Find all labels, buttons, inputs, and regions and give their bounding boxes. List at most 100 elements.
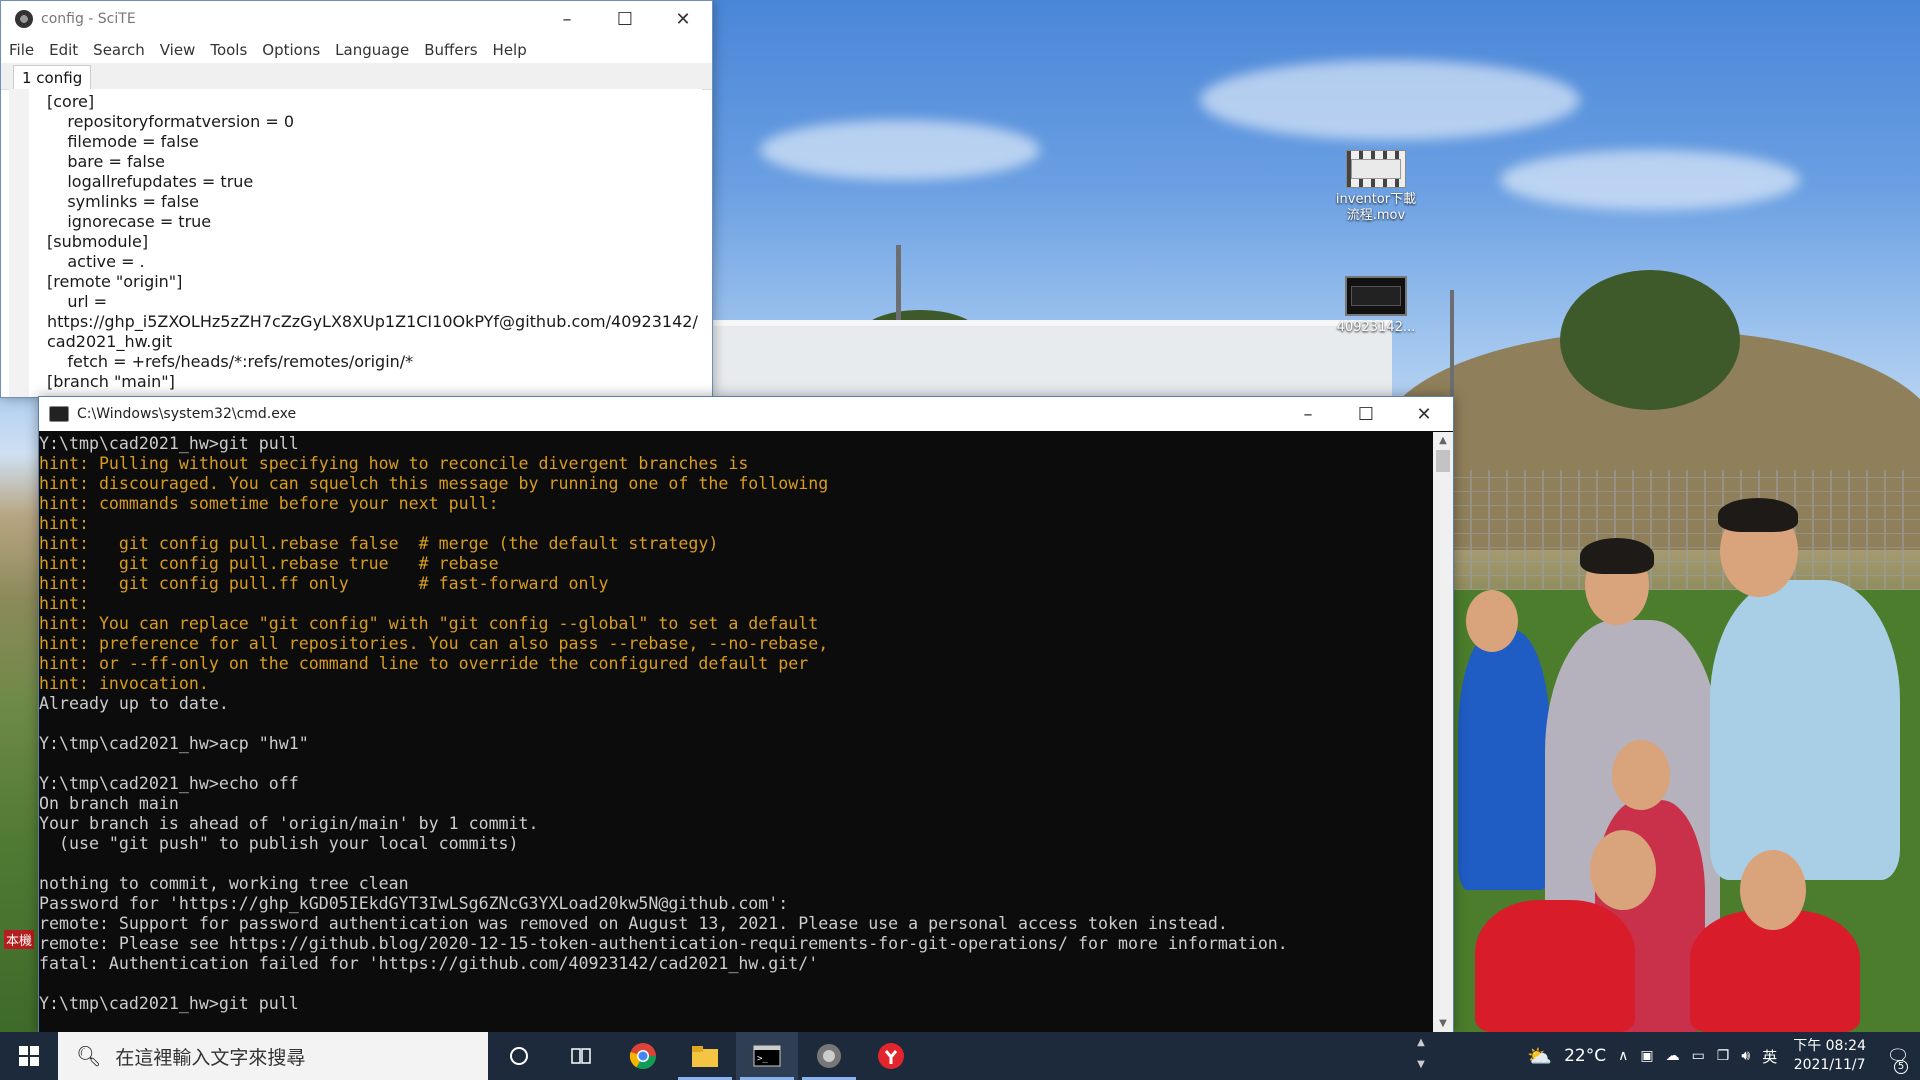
- light-pole: [1450, 290, 1454, 410]
- desktop-icon-inventor-mov[interactable]: inventor下載 流程.mov: [1328, 150, 1424, 224]
- red-app-icon: [878, 1043, 904, 1069]
- scite-editor[interactable]: [core] repositoryformatversion = 0 filem…: [9, 89, 702, 397]
- console-line: Y:\tmp\cad2021_hw>echo off: [39, 774, 299, 793]
- menu-file[interactable]: File: [9, 41, 34, 59]
- windows-logo-icon: [19, 1046, 39, 1066]
- system-tray: ⛅ 22°C ∧ ▣ ☁ ▭ ❐ 🔊︎ 英 下午 08:24 2021/11/7…: [1521, 1032, 1920, 1080]
- desktop-icon-label: inventor下載: [1335, 192, 1417, 207]
- console-hint-line: hint: git config pull.rebase true # reba…: [39, 554, 499, 573]
- console-scrollbar[interactable]: ▲ ▼: [1433, 432, 1453, 1033]
- console-line: Y:\tmp\cad2021_hw>acp "hw1": [39, 734, 309, 753]
- cmd-app-icon: [49, 406, 69, 422]
- menu-options[interactable]: Options: [262, 41, 320, 59]
- background-fence: [1452, 470, 1920, 590]
- cortana-button[interactable]: [488, 1032, 550, 1080]
- scite-titlebar[interactable]: config - SciTE – ☐ ✕: [1, 1, 712, 37]
- background-building: [712, 320, 1392, 406]
- editor-line: https://ghp_i5ZXOLHz5zZH7cZzGyLX8XUp1Z1C…: [47, 312, 698, 331]
- console-line: Already up to date.: [39, 694, 229, 713]
- menu-buffers[interactable]: Buffers: [424, 41, 477, 59]
- cmd-window[interactable]: C:\Windows\system32\cmd.exe – ☐ ✕ Y:\tmp…: [38, 396, 1454, 1034]
- desktop-icon-40923142-video[interactable]: 40923142...: [1328, 276, 1424, 336]
- photo-person: [1475, 900, 1635, 1032]
- desktop-side-label[interactable]: 本機: [4, 930, 35, 949]
- scroll-up-icon[interactable]: ▲: [1433, 432, 1453, 450]
- terminal-icon: >_: [753, 1045, 781, 1067]
- photo-person: [1710, 580, 1900, 880]
- console-line: Password for 'https://ghp_kGD05IEkdGYT3I…: [39, 894, 789, 913]
- menu-search[interactable]: Search: [93, 41, 145, 59]
- search-placeholder: 在這裡輸入文字來搜尋: [115, 1046, 306, 1069]
- desktop-icon-label: 40923142...: [1336, 320, 1416, 335]
- battery-icon[interactable]: ▭: [1692, 1048, 1705, 1064]
- close-button[interactable]: ✕: [1395, 396, 1453, 432]
- taskbar-cmd[interactable]: >_: [736, 1032, 798, 1080]
- console-hint-line: hint: invocation.: [39, 674, 209, 693]
- task-view-icon: [571, 1048, 591, 1064]
- console-hint-line: hint: commands sometime before your next…: [39, 494, 499, 513]
- scite-window[interactable]: config - SciTE – ☐ ✕ File Edit Search Vi…: [0, 0, 713, 398]
- chrome-icon: [629, 1043, 657, 1070]
- start-button[interactable]: [0, 1032, 58, 1080]
- scroll-down-icon[interactable]: ▼: [1433, 1015, 1453, 1033]
- ime-indicator[interactable]: 英: [1762, 1046, 1777, 1067]
- console-hint-line: hint: or --ff-only on the command line t…: [39, 654, 809, 673]
- maximize-button[interactable]: ☐: [1337, 396, 1395, 432]
- editor-text[interactable]: [core] repositoryformatversion = 0 filem…: [47, 92, 698, 392]
- taskbar-scite[interactable]: [798, 1032, 860, 1080]
- taskbar-clock[interactable]: 下午 08:24 2021/11/7: [1793, 1037, 1866, 1075]
- cortana-circle-icon: [510, 1047, 528, 1065]
- onedrive-cloud-icon[interactable]: ☁: [1666, 1048, 1680, 1064]
- editor-line: cad2021_hw.git: [47, 332, 173, 351]
- cmd-titlebar[interactable]: C:\Windows\system32\cmd.exe – ☐ ✕: [39, 397, 1453, 431]
- maximize-button[interactable]: ☐: [596, 1, 654, 37]
- editor-line: active = .: [47, 252, 145, 271]
- clock-time: 下午 08:24: [1793, 1038, 1866, 1054]
- video-thumbnail-icon: [1345, 276, 1407, 316]
- weather-icon[interactable]: ⛅: [1527, 1044, 1552, 1068]
- notification-center-button[interactable]: 🗨︎ 5: [1876, 1032, 1920, 1080]
- taskbar-scroll-arrows[interactable]: ▲ ▼: [1412, 1032, 1430, 1080]
- console-line: remote: Support for password authenticat…: [39, 914, 1228, 933]
- meet-now-icon[interactable]: ▣: [1640, 1048, 1653, 1064]
- console-hint-line: hint:: [39, 514, 89, 533]
- photo-person: [1458, 630, 1550, 890]
- tab-config[interactable]: 1 config: [13, 65, 92, 90]
- clock-date: 2021/11/7: [1793, 1057, 1866, 1073]
- network-icon[interactable]: ❐: [1717, 1048, 1730, 1064]
- window-title: config - SciTE: [41, 11, 136, 27]
- taskbar-search-box[interactable]: 🔍︎ 在這裡輸入文字來搜尋: [58, 1032, 488, 1080]
- tray-overflow-chevron-icon[interactable]: ∧: [1618, 1048, 1628, 1064]
- taskbar-chrome[interactable]: [612, 1032, 674, 1080]
- taskbar-app-red[interactable]: [860, 1032, 922, 1080]
- desktop-icon-label: 流程.mov: [1346, 208, 1406, 223]
- console-line: fatal: Authentication failed for 'https:…: [39, 954, 819, 973]
- minimize-button[interactable]: –: [1279, 396, 1337, 432]
- window-title: C:\Windows\system32\cmd.exe: [77, 406, 297, 422]
- editor-line: [core]: [47, 92, 95, 111]
- console-output[interactable]: Y:\tmp\cad2021_hw>git pull hint: Pulling …: [39, 432, 1433, 1033]
- console-line: Your branch is ahead of 'origin/main' by…: [39, 814, 539, 833]
- weather-temp[interactable]: 22°C: [1564, 1046, 1606, 1066]
- menu-view[interactable]: View: [160, 41, 196, 59]
- photo-person-head: [1612, 740, 1670, 810]
- volume-icon[interactable]: 🔊︎: [1741, 1048, 1750, 1064]
- menu-language[interactable]: Language: [335, 41, 409, 59]
- minimize-button[interactable]: –: [538, 1, 596, 37]
- editor-line: repositoryformatversion = 0: [47, 112, 294, 131]
- console-hint-line: hint: discouraged. You can squelch this …: [39, 474, 829, 493]
- menu-help[interactable]: Help: [493, 41, 527, 59]
- editor-line: [submodule]: [47, 232, 149, 251]
- close-button[interactable]: ✕: [654, 1, 712, 37]
- taskbar-file-explorer[interactable]: [674, 1032, 736, 1080]
- notification-count-badge: 5: [1894, 1060, 1908, 1074]
- editor-line: url =: [47, 292, 107, 311]
- console-line: Y:\tmp\cad2021_hw>git pull: [39, 434, 299, 453]
- photo-person-hair: [1718, 498, 1798, 532]
- menu-edit[interactable]: Edit: [49, 41, 78, 59]
- scroll-thumb[interactable]: [1436, 450, 1450, 472]
- video-file-icon: [1346, 150, 1406, 188]
- menu-tools[interactable]: Tools: [210, 41, 247, 59]
- task-view-button[interactable]: [550, 1032, 612, 1080]
